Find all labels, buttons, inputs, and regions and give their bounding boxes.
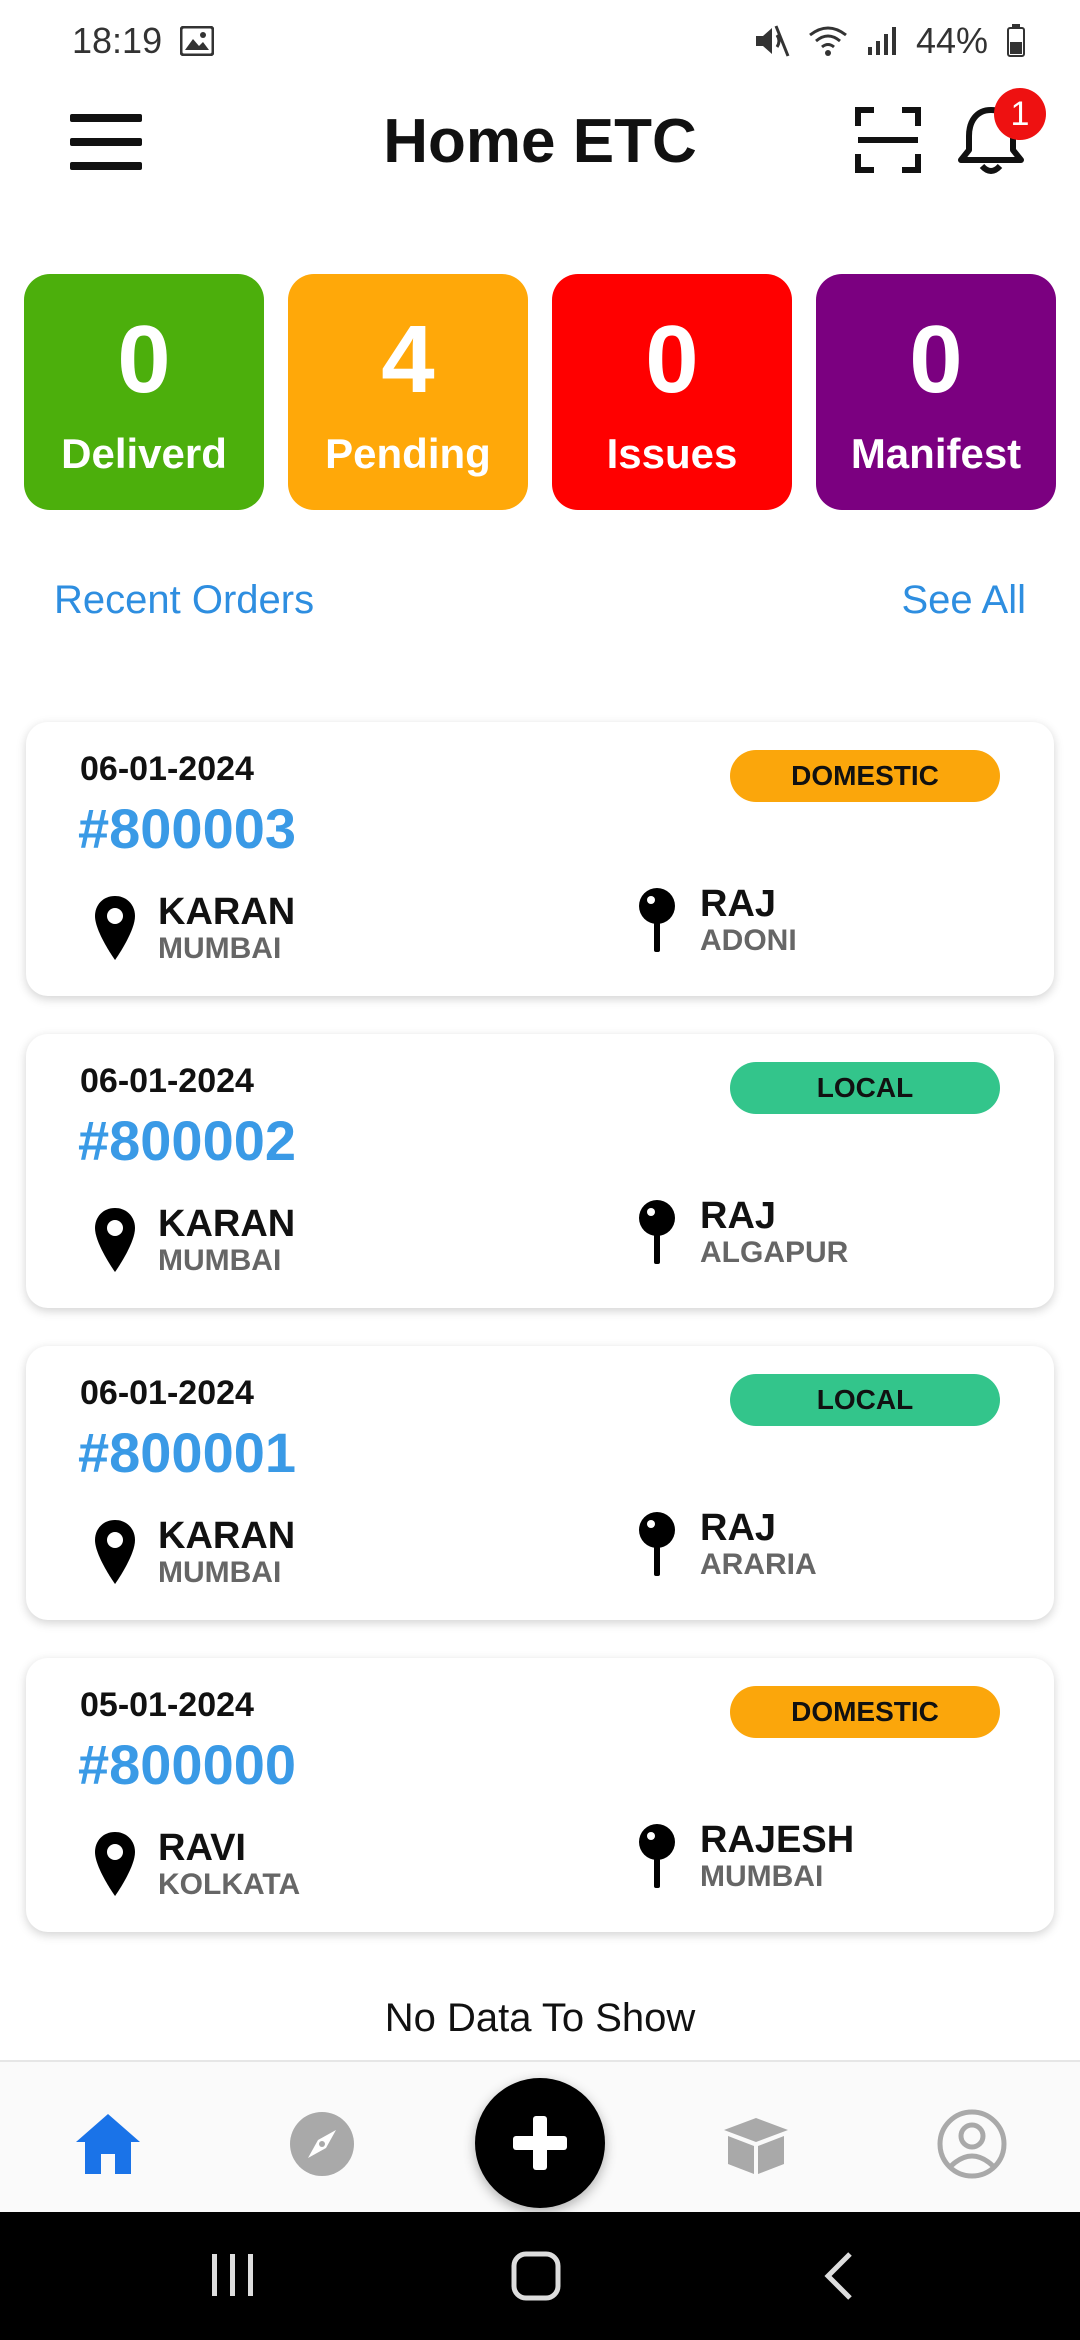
order-id: #800001 [78,1421,297,1484]
receiver: RAJESH MUMBAI [634,1820,854,1894]
profile-icon[interactable] [936,2108,1008,2180]
battery-icon [1007,24,1025,57]
location-pin-icon [95,1520,135,1584]
receiver-city: ADONI [700,924,797,957]
box-icon[interactable] [720,2108,792,2180]
sender-city: MUMBAI [158,1556,282,1589]
order-date: 06-01-2024 [80,1062,254,1100]
empty-message: No Data To Show [384,1996,696,2040]
order-card[interactable]: 06-01-2024 #800002 LOCAL KARAN MUMBAI RA… [26,1034,1054,1308]
status-left: 18:19 [72,20,215,62]
app-bar: Home ETC 1 [0,82,1080,206]
order-type-badge: LOCAL [730,1062,1000,1114]
stat-delivered[interactable]: 0 Deliverd [24,274,264,510]
orders-list: 06-01-2024 #800003 DOMESTIC KARAN MUMBAI… [26,722,1054,1970]
order-card[interactable]: 05-01-2024 #800000 DOMESTIC RAVI KOLKATA… [26,1658,1054,1932]
add-button[interactable] [475,2078,605,2208]
home-button-icon[interactable] [510,2250,562,2302]
stat-value: 0 [645,306,699,413]
receiver: RAJ ADONI [634,884,797,958]
location-pin-icon [95,896,135,960]
sender-name: KARAN [158,1515,296,1557]
order-card[interactable]: 06-01-2024 #800001 LOCAL KARAN MUMBAI RA… [26,1346,1054,1620]
push-pin-icon [639,888,675,952]
stat-label: Issues [606,430,738,477]
gallery-notification-icon [180,26,215,56]
receiver-name: RAJESH [700,1819,855,1861]
push-pin-icon [639,1200,675,1264]
stat-value: 0 [117,306,171,413]
sender: KARAN MUMBAI [92,1204,295,1278]
status-right: 44% [754,20,1026,62]
add-icon [513,2116,567,2170]
system-nav-bar [0,2212,1080,2340]
recent-orders-title: Recent Orders [54,578,315,622]
home-icon[interactable] [72,2108,144,2180]
stat-issues[interactable]: 0 Issues [552,274,792,510]
compass-icon[interactable] [286,2108,358,2180]
sender: RAVI KOLKATA [92,1828,300,1902]
order-id: #800000 [78,1733,297,1796]
stat-manifest[interactable]: 0 Manifest [816,274,1056,510]
stat-value: 4 [381,306,435,413]
see-all-link[interactable]: See All [901,578,1026,623]
signal-icon [867,27,896,55]
stat-label: Deliverd [61,430,227,477]
receiver-name: RAJ [700,1507,777,1549]
push-pin-icon [639,1512,675,1576]
order-date: 06-01-2024 [80,750,254,788]
order-id: #800002 [78,1109,297,1172]
location-pin-icon [95,1208,135,1272]
order-date: 05-01-2024 [80,1686,254,1724]
order-type-badge: LOCAL [730,1374,1000,1426]
sender-name: KARAN [158,891,296,933]
sender: KARAN MUMBAI [92,1516,295,1590]
receiver: RAJ ARARIA [634,1508,817,1582]
receiver-city: ALGAPUR [700,1236,849,1269]
recent-orders-header: Recent Orders See All [54,578,1026,623]
status-time: 18:19 [72,20,163,61]
stats-row: 0 Deliverd 4 Pending 0 Issues 0 Manifest [24,274,1056,510]
order-date: 06-01-2024 [80,1374,254,1412]
receiver-name: RAJ [700,883,777,925]
notification-badge: 1 [994,88,1046,140]
order-card[interactable]: 06-01-2024 #800003 DOMESTIC KARAN MUMBAI… [26,722,1054,996]
battery-percent: 44% [915,20,988,61]
stat-pending[interactable]: 4 Pending [288,274,528,510]
bottom-nav [0,2060,1080,2212]
sender-name: RAVI [158,1827,246,1869]
wifi-icon [809,26,847,56]
status-bar: 18:19 44% [0,0,1080,82]
stat-label: Manifest [850,430,1022,477]
receiver: RAJ ALGAPUR [634,1196,848,1270]
push-pin-icon [639,1824,675,1888]
sender-city: KOLKATA [158,1868,301,1901]
scan-icon[interactable] [854,106,922,174]
stat-value: 0 [909,306,963,413]
sender-name: KARAN [158,1203,296,1245]
receiver-city: MUMBAI [700,1860,824,1893]
order-type-badge: DOMESTIC [730,750,1000,802]
order-id: #800003 [78,797,297,860]
recent-apps-icon[interactable] [210,2250,256,2300]
sender-city: MUMBAI [158,1244,282,1277]
order-type-badge: DOMESTIC [730,1686,1000,1738]
receiver-city: ARARIA [700,1548,817,1581]
sender: KARAN MUMBAI [92,892,295,966]
back-icon[interactable] [820,2250,856,2302]
location-pin-icon [95,1832,135,1896]
stat-label: Pending [325,430,491,477]
receiver-name: RAJ [700,1195,777,1237]
mute-icon [755,25,790,57]
sender-city: MUMBAI [158,932,282,965]
